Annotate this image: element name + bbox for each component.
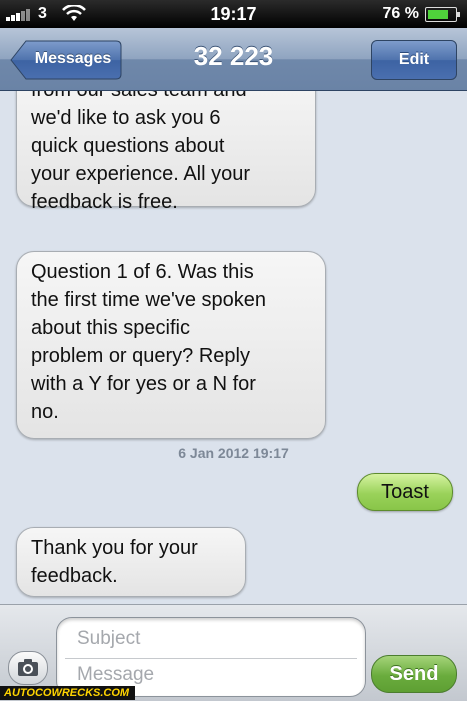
camera-icon	[18, 659, 38, 676]
conversation-title: 32 223	[193, 41, 274, 71]
send-button[interactable]: Send	[371, 655, 457, 693]
back-button-label: Messages	[34, 50, 112, 67]
status-bar: 3 19:17 76 %	[0, 0, 467, 28]
edit-button[interactable]: Edit	[371, 40, 457, 80]
navigation-bar: Messages 32 223 Edit	[0, 28, 467, 91]
battery-icon	[425, 7, 460, 22]
message-input[interactable]: Message	[77, 664, 154, 686]
conversation-thread[interactable]: from our sales team and we'd like to ask…	[0, 91, 467, 604]
subject-input[interactable]: Subject	[77, 628, 140, 650]
incoming-message: Thank you for your feedback.	[16, 527, 246, 597]
camera-button[interactable]	[8, 651, 48, 685]
message-timestamp: 6 Jan 2012 19:17	[178, 445, 289, 461]
incoming-message: from our sales team and we'd like to ask…	[16, 91, 316, 213]
compose-field: Subject Message	[56, 617, 366, 697]
outgoing-message: Toast	[357, 473, 453, 511]
back-messages-button[interactable]: Messages	[10, 40, 122, 80]
watermark-logo: AUTOCOWRECKS.COM	[0, 686, 136, 700]
battery-percent: 76 %	[382, 5, 419, 22]
field-divider	[65, 658, 357, 659]
incoming-message: Question 1 of 6. Was this the first time…	[16, 251, 326, 439]
